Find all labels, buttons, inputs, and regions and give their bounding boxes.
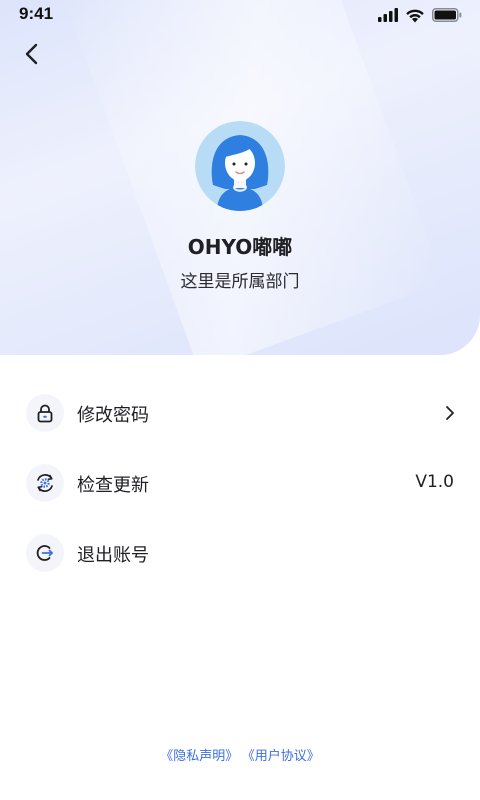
menu-item-check-update[interactable]: 检查更新 V1.0 [0, 448, 480, 518]
status-bar: 9:41 [0, 0, 480, 30]
menu-item-logout[interactable]: 退出账号 [0, 518, 480, 588]
avatar[interactable] [195, 121, 285, 211]
user-name: OHYO嘟嘟 [187, 235, 293, 259]
battery-icon [432, 8, 462, 22]
settings-menu: 修改密码 检查更新 V1.0 退出账号 [0, 378, 480, 588]
cellular-signal-icon [378, 8, 398, 22]
user-department: 这里是所属部门 [180, 272, 300, 292]
menu-item-change-password[interactable]: 修改密码 [0, 378, 480, 448]
logout-icon [26, 534, 64, 572]
user-avatar-icon [195, 121, 285, 211]
privacy-policy-link[interactable]: 《隐私声明》 [160, 749, 238, 764]
back-button[interactable] [20, 40, 46, 68]
menu-label-check-update: 检查更新 [77, 475, 149, 496]
wifi-icon [406, 9, 424, 22]
menu-label-logout: 退出账号 [77, 545, 149, 566]
user-agreement-link[interactable]: 《用户协议》 [248, 749, 320, 764]
status-time: 9:41 [19, 4, 54, 23]
version-value: V1.0 [415, 472, 454, 492]
lock-icon [26, 394, 64, 432]
status-icons [378, 6, 462, 24]
refresh-gear-icon [26, 464, 64, 502]
chevron-right-icon [446, 406, 454, 420]
chevron-left-icon [25, 43, 38, 65]
menu-label-change-password: 修改密码 [77, 405, 149, 426]
footer-links: 《隐私声明》 《用户协议》 [0, 745, 480, 764]
